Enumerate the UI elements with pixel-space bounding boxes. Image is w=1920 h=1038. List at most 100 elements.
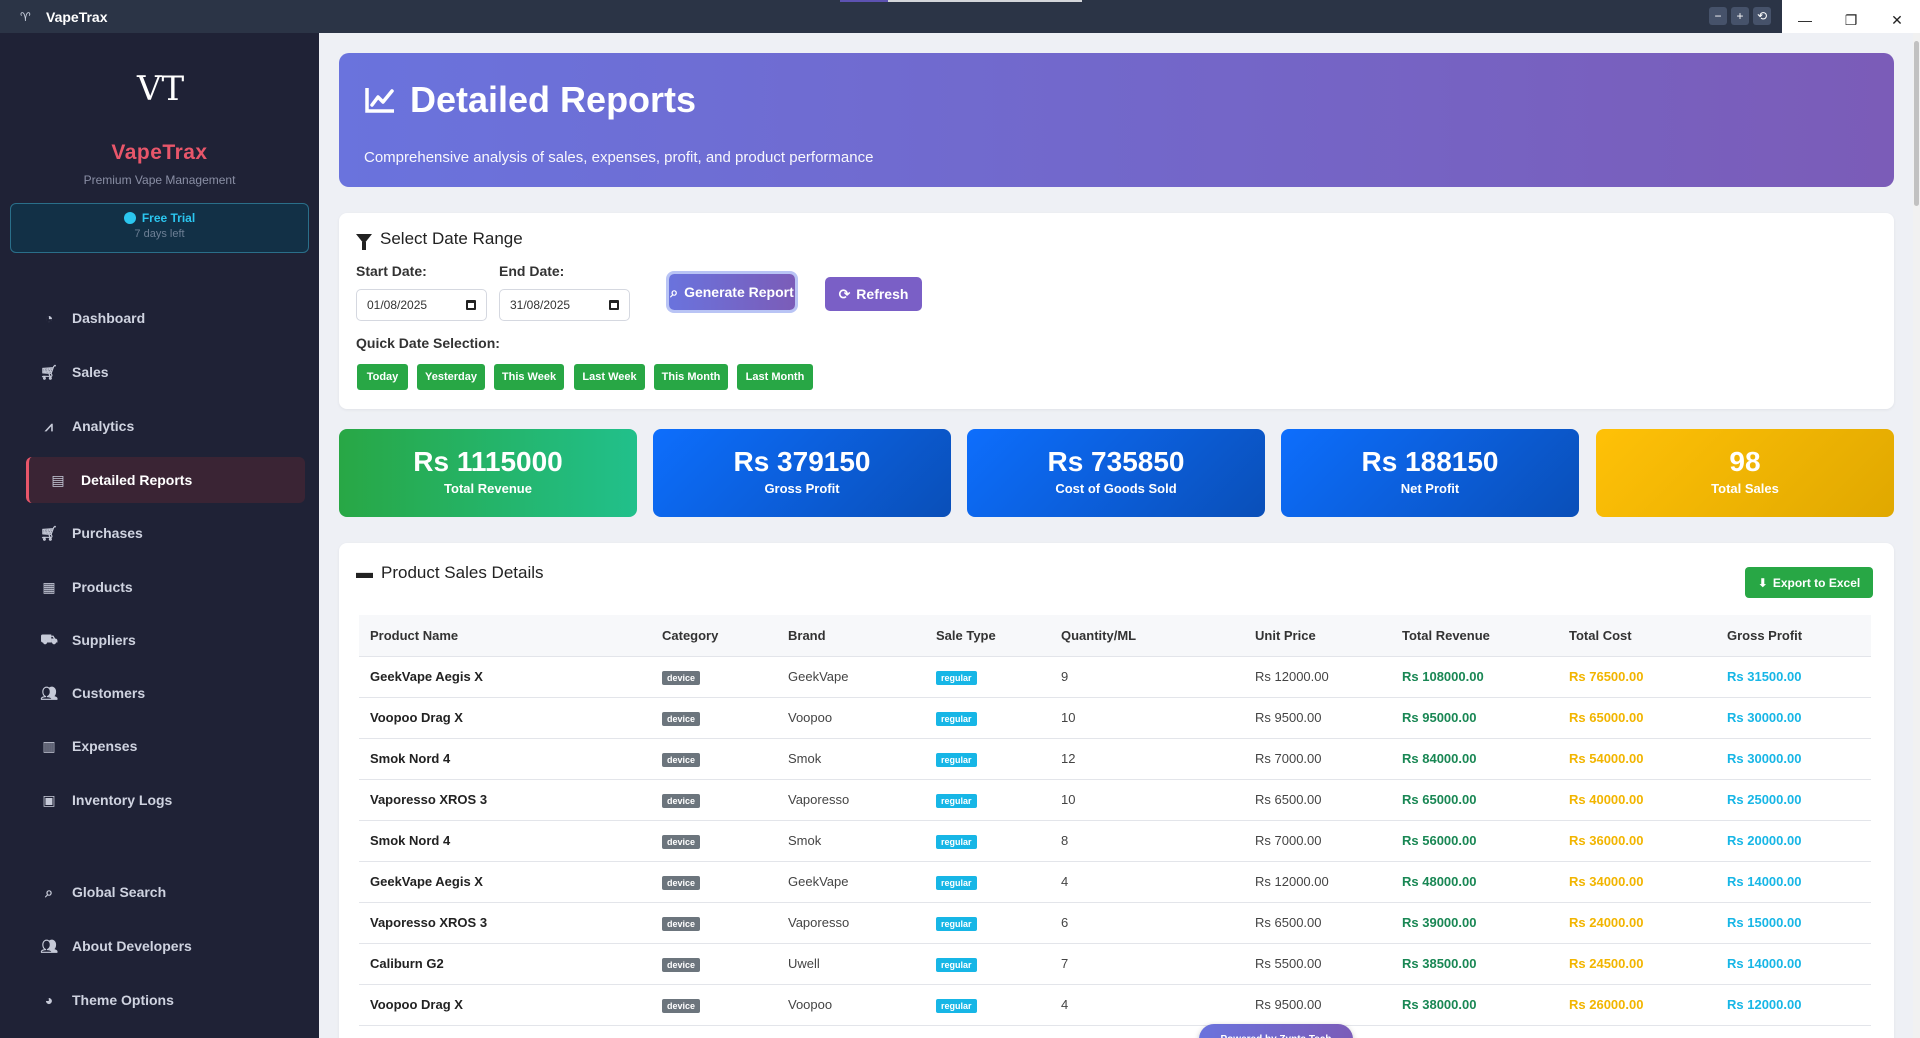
scrollbar-thumb[interactable]	[1914, 41, 1919, 206]
sidebar-item-products[interactable]: ▦ Products	[26, 564, 305, 610]
quick-last-month-button[interactable]: Last Month	[737, 364, 813, 390]
column-header[interactable]: Unit Price	[1244, 615, 1391, 657]
product-name: Caliburn G2	[359, 943, 651, 985]
sale-type-badge: regular	[936, 957, 977, 972]
reload-button[interactable]: ⟲	[1753, 7, 1771, 25]
app-logo-icon: ♈	[20, 9, 31, 24]
generate-report-button[interactable]: ⌕ Generate Report	[669, 274, 795, 310]
category-cell: device	[651, 738, 777, 780]
sidebar-item-label: Detailed Reports	[81, 472, 193, 488]
trial-label: Free Trial	[141, 211, 196, 225]
category-cell: device	[651, 820, 777, 862]
quick-last-week-button[interactable]: Last Week	[574, 364, 645, 390]
product-name: GeekVape Aegis X	[359, 861, 651, 903]
category-cell: device	[651, 861, 777, 903]
sidebar-item-theme-options[interactable]: ◕ Theme Options	[26, 977, 305, 1023]
product-sales-title: ▬ Product Sales Details	[356, 563, 544, 583]
sidebar-item-global-search[interactable]: ⌕ Global Search	[26, 869, 305, 915]
stat-total-sales: 98 Total Sales	[1596, 429, 1894, 517]
table-row[interactable]: Vaporesso XROS 3 device Vaporesso regula…	[359, 779, 1871, 821]
sidebar-item-detailed-reports[interactable]: ▤ Detailed Reports	[26, 457, 305, 503]
total-revenue-cell: Rs 108000.00	[1391, 656, 1558, 698]
column-header[interactable]: Gross Profit	[1716, 615, 1871, 657]
unit-price-cell: Rs 6500.00	[1244, 779, 1391, 821]
powered-by-badge[interactable]: Powered by Zynta Tech	[1199, 1024, 1353, 1038]
start-date-input[interactable]: 01/08/2025	[356, 289, 487, 321]
export-excel-button[interactable]: ⬇ Export to Excel	[1745, 567, 1873, 598]
sale-type-cell: regular	[925, 697, 1050, 739]
quantity-cell: 9	[1050, 656, 1244, 698]
total-revenue-cell: Rs 84000.00	[1391, 738, 1558, 780]
column-header[interactable]: Sale Type	[925, 615, 1050, 657]
sidebar-item-suppliers[interactable]: ⛟ Suppliers	[26, 617, 305, 663]
calendar-icon[interactable]	[466, 300, 476, 310]
table-row[interactable]: Smok Nord 4 device Smok regular 8 Rs 700…	[359, 820, 1871, 862]
chart-line-icon: ⩘	[45, 417, 53, 434]
trial-badge[interactable]: Free Trial 7 days left	[10, 203, 309, 253]
table-row[interactable]: Vaporesso XROS 3 device Vaporesso regula…	[359, 902, 1871, 944]
sidebar-item-inventory-logs[interactable]: ▣ Inventory Logs	[26, 777, 305, 823]
sale-type-badge: regular	[936, 711, 977, 726]
quantity-cell: 10	[1050, 697, 1244, 739]
quick-yesterday-button[interactable]: Yesterday	[417, 364, 485, 390]
sidebar-item-customers[interactable]: 👥︎ Customers	[26, 670, 305, 716]
sidebar-item-dashboard[interactable]: ◔ Dashboard	[26, 295, 305, 341]
unit-price-cell: Rs 12000.00	[1244, 861, 1391, 903]
boxes-icon: ▦	[42, 578, 56, 595]
column-header[interactable]: Quantity/ML	[1050, 615, 1244, 657]
search-icon: ⌕	[45, 883, 53, 900]
sale-type-badge: regular	[936, 998, 977, 1013]
trial-remaining: 7 days left	[134, 228, 185, 240]
column-header[interactable]: Product Name	[359, 615, 651, 657]
sidebar-item-expenses[interactable]: ▥ Expenses	[26, 723, 305, 769]
sale-type-badge: regular	[936, 752, 977, 767]
sale-type-cell: regular	[925, 738, 1050, 780]
category-badge: device	[662, 875, 701, 890]
calendar-icon[interactable]	[609, 300, 619, 310]
sidebar-item-analytics[interactable]: ⩘ Analytics	[26, 403, 305, 449]
sidebar-item-label: Theme Options	[72, 992, 174, 1008]
sale-type-cell: regular	[925, 902, 1050, 944]
sidebar-item-label: Analytics	[72, 418, 135, 434]
page-subtitle: Comprehensive analysis of sales, expense…	[364, 149, 874, 166]
table-row[interactable]: Voopoo Drag X device Voopoo regular 4 Rs…	[359, 984, 1871, 1026]
users-icon: 👥︎	[40, 937, 58, 954]
sidebar-item-label: Inventory Logs	[72, 792, 173, 808]
table-row[interactable]: Caliburn G2 device Uwell regular 7 Rs 55…	[359, 943, 1871, 985]
sidebar-item-purchases[interactable]: 🛒︎ Purchases	[26, 510, 305, 556]
quick-this-week-button[interactable]: This Week	[494, 364, 564, 390]
quantity-cell: 7	[1050, 943, 1244, 985]
stat-value: Rs 379150	[733, 446, 871, 477]
download-icon: ⬇	[1757, 575, 1768, 590]
total-cost-cell: Rs 24000.00	[1558, 902, 1716, 944]
category-badge: device	[662, 834, 701, 849]
sidebar-item-sales[interactable]: 🛒︎ Sales	[26, 349, 305, 395]
table-row[interactable]: GeekVape Aegis X device GeekVape regular…	[359, 656, 1871, 698]
total-revenue-cell: Rs 48000.00	[1391, 861, 1558, 903]
unit-price-cell: Rs 12000.00	[1244, 656, 1391, 698]
scrollbar[interactable]	[1913, 33, 1920, 1038]
zoom-out-button[interactable]: −	[1709, 7, 1727, 25]
brand-cell: GeekVape	[777, 656, 925, 698]
category-badge: device	[662, 670, 701, 685]
sidebar-item-about-developers[interactable]: 👥︎ About Developers	[26, 923, 305, 969]
file-icon: ▤	[51, 471, 65, 488]
refresh-icon: ⟳	[838, 285, 851, 302]
column-header[interactable]: Category	[651, 615, 777, 657]
refresh-button[interactable]: ⟳ Refresh	[825, 277, 922, 311]
table-row[interactable]: GeekVape Aegis X device GeekVape regular…	[359, 861, 1871, 903]
category-badge: device	[662, 998, 701, 1013]
column-header[interactable]: Total Revenue	[1391, 615, 1558, 657]
column-header[interactable]: Total Cost	[1558, 615, 1716, 657]
table-row[interactable]: Smok Nord 4 device Smok regular 12 Rs 70…	[359, 738, 1871, 780]
end-date-input[interactable]: 31/08/2025	[499, 289, 630, 321]
column-header[interactable]: Brand	[777, 615, 925, 657]
sale-type-badge: regular	[936, 834, 977, 849]
category-badge: device	[662, 752, 701, 767]
category-badge: device	[662, 957, 701, 972]
zoom-in-button[interactable]: +	[1731, 7, 1749, 25]
category-cell: device	[651, 984, 777, 1026]
table-row[interactable]: Voopoo Drag X device Voopoo regular 10 R…	[359, 697, 1871, 739]
quick-today-button[interactable]: Today	[357, 364, 408, 390]
quick-this-month-button[interactable]: This Month	[654, 364, 728, 390]
